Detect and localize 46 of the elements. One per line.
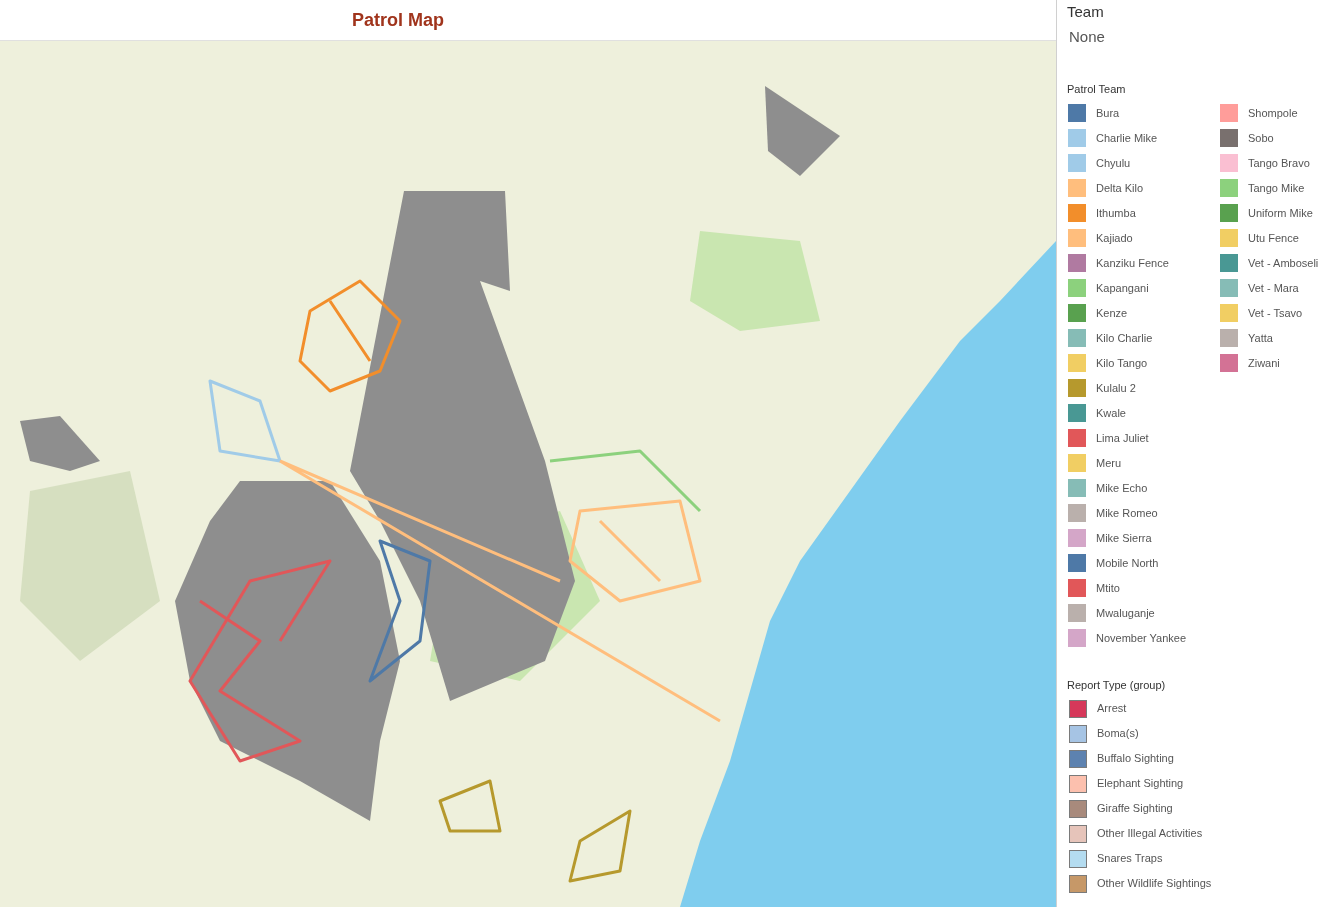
legend-label: Buffalo Sighting (1097, 751, 1174, 767)
legend-label: Other Wildlife Sightings (1097, 876, 1212, 892)
legend-label: Mike Romeo (1096, 505, 1158, 521)
legend-title: Patrol Team (1067, 82, 1127, 97)
legend-label: Vet - Tsavo (1248, 305, 1303, 321)
legend-label: Charlie Mike (1096, 130, 1158, 146)
legend-label: Giraffe Sighting (1097, 801, 1173, 817)
legend-label: Chyulu (1096, 155, 1131, 171)
legend-label: Tango Bravo (1248, 155, 1310, 171)
legend-label: Kenze (1096, 305, 1128, 321)
legend-label: Arrest (1097, 701, 1127, 717)
legend-label: Snares Traps (1097, 851, 1163, 867)
legend-label: Kulalu 2 (1096, 380, 1136, 396)
legend-label: November Yankee (1096, 630, 1187, 646)
legend-label: Uniform Mike (1248, 205, 1313, 221)
legend-label: Bura (1096, 105, 1120, 121)
legend-label: Vet - Mara (1248, 280, 1299, 296)
legend-label: Meru (1096, 455, 1122, 471)
legend-label: Mwaluganje (1096, 605, 1155, 621)
legend-label: Lima Juliet (1096, 430, 1149, 446)
legend-label: Kapangani (1096, 280, 1149, 296)
legend-label: Kwale (1096, 405, 1126, 421)
legend-label: Elephant Sighting (1097, 776, 1184, 792)
legend-label: Shompole (1248, 105, 1298, 121)
legend-label: Vet - Amboseli (1248, 255, 1319, 271)
legend-label: Other Illegal Activities (1097, 826, 1203, 842)
legend-label: Ziwani (1248, 355, 1280, 371)
legend-label: Utu Fence (1248, 230, 1299, 246)
legend-label: Mtito (1096, 580, 1120, 596)
legend-label: Mike Sierra (1096, 530, 1152, 546)
legend-label: Kilo Tango (1096, 355, 1148, 371)
legend-label: Yatta (1248, 330, 1273, 346)
legend-label: Sobo (1248, 130, 1274, 146)
legend-label: Kilo Charlie (1096, 330, 1153, 346)
legend-title: Report Type (group) (1067, 677, 1167, 693)
filter-label: Team (1067, 2, 1105, 22)
legend-label: Kajiado (1096, 230, 1133, 246)
legend-label: Delta Kilo (1096, 180, 1144, 196)
map-title: Patrol Map (352, 8, 444, 32)
legend-label: Mobile North (1096, 555, 1159, 571)
legend-label: Kanziku Fence (1096, 255, 1169, 271)
legend-label: Mike Echo (1096, 480, 1148, 496)
legend-label: Boma(s) (1097, 726, 1139, 742)
legend-label: Ithumba (1096, 205, 1136, 221)
legend-label: Tango Mike (1248, 180, 1305, 196)
filter-dropdown[interactable]: None (1067, 25, 1328, 48)
